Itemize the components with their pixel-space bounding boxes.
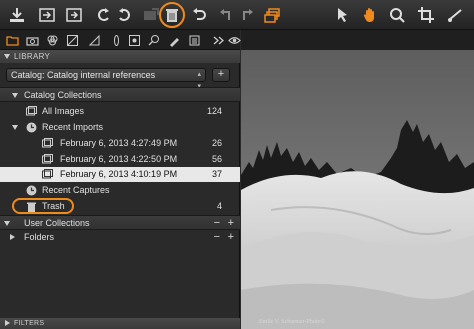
import-album-icon (42, 138, 53, 148)
snow-landscape-photo (241, 50, 474, 329)
rotate-right-icon[interactable] (113, 4, 135, 26)
select-cursor-icon[interactable] (332, 4, 354, 26)
redo-icon[interactable] (236, 4, 258, 26)
import-date-label: February 6, 2013 4:27:49 PM (60, 138, 178, 148)
trash-button[interactable] (159, 2, 185, 28)
import-album-icon (42, 169, 53, 179)
recent-imports-row[interactable]: Recent Imports (0, 120, 240, 135)
all-images-count: 124 (206, 106, 222, 116)
pan-hand-icon[interactable] (359, 4, 381, 26)
output-icon[interactable] (166, 32, 182, 48)
import-count: 37 (211, 169, 222, 179)
remove-collection-button[interactable]: − (214, 216, 220, 231)
image-viewer[interactable]: Emile V. Schurmer-Photo© (241, 30, 474, 329)
user-collections-header[interactable]: User Collections − + (0, 215, 240, 230)
import-count: 56 (211, 154, 222, 164)
recent-imports-label: Recent Imports (42, 122, 104, 132)
viewer-toolbar-gap (241, 30, 474, 50)
import-row-selected[interactable]: February 6, 2013 4:10:19 PM 37 (0, 167, 240, 182)
import-album-icon (42, 154, 53, 164)
local-adjust-icon[interactable] (126, 32, 142, 48)
camera-icon[interactable] (24, 32, 40, 48)
stack-icon[interactable] (261, 4, 283, 26)
import-date-label: February 6, 2013 4:22:50 PM (60, 154, 178, 164)
all-images-row[interactable]: All Images 124 (0, 104, 240, 119)
import-icon[interactable] (6, 4, 28, 26)
reset-left-icon[interactable] (215, 4, 237, 26)
catalog-select[interactable]: Catalog: Catalog internal references ▴▾ (6, 68, 206, 90)
process-icon[interactable] (63, 4, 85, 26)
folders-header[interactable]: Folders − + (0, 230, 240, 245)
catalog-collections-label: Catalog Collections (24, 90, 102, 100)
expand-arrow-icon (10, 234, 15, 240)
expand-arrow-icon (12, 125, 18, 130)
trash-highlight-ring (12, 198, 74, 214)
eye-icon[interactable] (226, 32, 242, 48)
all-images-label: All Images (42, 106, 85, 116)
clock-icon (26, 185, 37, 196)
expand-arrow-icon (5, 320, 10, 326)
add-collection-button[interactable]: + (228, 216, 234, 231)
batch-icon[interactable] (186, 32, 202, 48)
library-header-label: LIBRARY (14, 52, 51, 61)
tool-tab-strip (0, 30, 242, 50)
folder-icon[interactable] (4, 32, 20, 48)
import-count: 26 (211, 138, 222, 148)
filters-header-label: FILTERS (14, 320, 45, 327)
catalog-select-label: Catalog: Catalog internal references (11, 70, 156, 80)
expand-arrow-icon (12, 93, 18, 98)
export-icon[interactable] (36, 4, 58, 26)
rotate-left-icon[interactable] (93, 4, 115, 26)
import-row[interactable]: February 6, 2013 4:22:50 PM 56 (0, 152, 240, 167)
trash-icon (166, 9, 178, 22)
add-catalog-button[interactable]: + (212, 68, 230, 82)
color-icon[interactable] (44, 32, 60, 48)
catalog-collections-header[interactable]: Catalog Collections (0, 87, 240, 102)
details-icon[interactable] (86, 32, 102, 48)
import-row[interactable]: February 6, 2013 4:27:49 PM 26 (0, 136, 240, 151)
main-toolbar (0, 0, 474, 30)
zoom-icon[interactable] (386, 4, 408, 26)
remove-folder-button[interactable]: − (214, 230, 220, 245)
exposure-icon[interactable] (64, 32, 80, 48)
folders-label: Folders (24, 232, 55, 242)
library-panel: LIBRARY Catalog: Catalog internal refere… (0, 50, 240, 329)
lens-icon[interactable] (108, 32, 124, 48)
crop-icon[interactable] (415, 4, 437, 26)
recent-captures-row[interactable]: Recent Captures (0, 183, 240, 198)
straighten-icon[interactable] (444, 4, 466, 26)
recent-captures-label: Recent Captures (42, 185, 110, 195)
more-icon[interactable] (210, 32, 226, 48)
add-folder-button[interactable]: + (228, 230, 234, 245)
photo-caption: Emile V. Schurmer-Photo© (259, 319, 326, 325)
all-images-icon (26, 106, 37, 116)
trash-count: 4 (216, 201, 222, 211)
undo-icon[interactable] (188, 4, 210, 26)
import-date-label: February 6, 2013 4:10:19 PM (60, 169, 178, 179)
expand-arrow-icon (4, 221, 10, 226)
user-collections-label: User Collections (24, 218, 90, 228)
metadata-icon[interactable] (146, 32, 162, 48)
library-header[interactable]: LIBRARY (0, 50, 240, 63)
filters-header[interactable]: FILTERS (0, 318, 240, 329)
collapse-arrow-icon (4, 54, 10, 59)
clock-icon (26, 122, 37, 133)
